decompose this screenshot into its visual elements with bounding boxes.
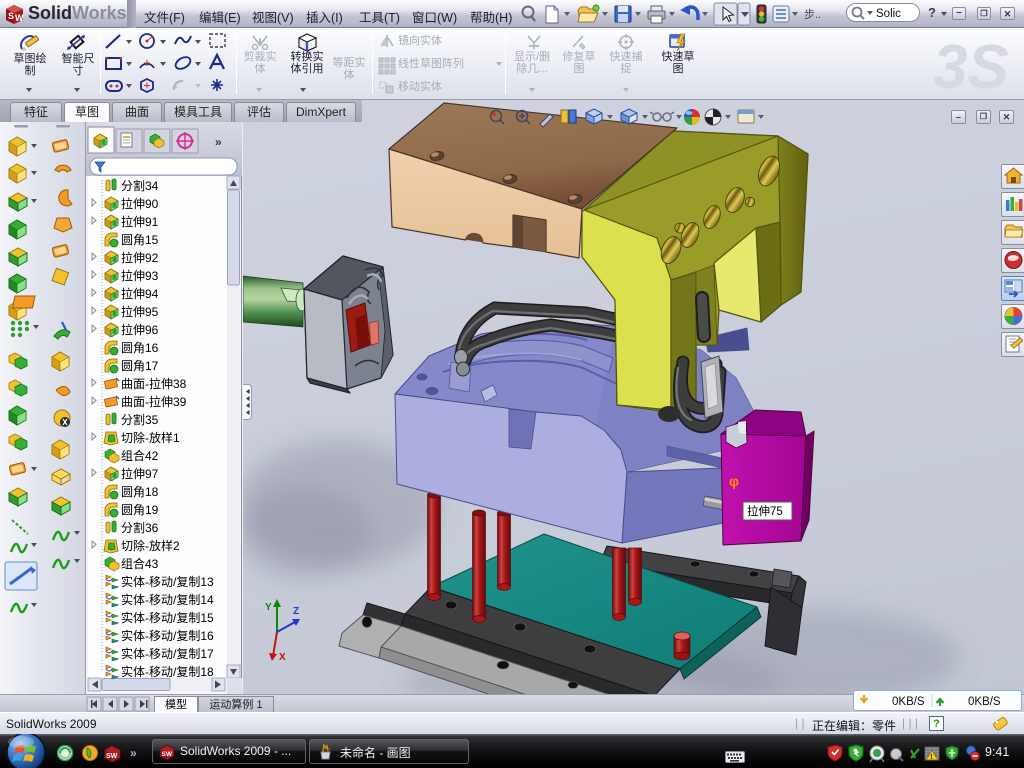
svg-text:实体-移动/复制15: 实体-移动/复制15 xyxy=(121,610,214,625)
svg-text:圆角19: 圆角19 xyxy=(121,503,159,517)
svg-text:切除-放样2: 切除-放样2 xyxy=(121,538,180,553)
svg-text:拉伸90: 拉伸90 xyxy=(121,196,159,211)
svg-text:3S: 3S xyxy=(933,33,1009,100)
svg-text:实体-移动/复制14: 实体-移动/复制14 xyxy=(121,592,214,607)
svg-text:分割34: 分割34 xyxy=(121,178,159,193)
svg-text:Z: Z xyxy=(293,606,299,617)
svg-text:实体-移动/复制17: 实体-移动/复制17 xyxy=(121,646,214,661)
svg-text:Solic: Solic xyxy=(876,8,901,20)
svg-text:圆角17: 圆角17 xyxy=(121,359,159,373)
svg-text:圆角18: 圆角18 xyxy=(121,485,159,499)
svg-text:拉伸97: 拉伸97 xyxy=(121,466,159,481)
svg-text:拉伸95: 拉伸95 xyxy=(121,304,159,319)
svg-text:曲面-拉伸39: 曲面-拉伸39 xyxy=(121,394,187,409)
svg-text:拉伸91: 拉伸91 xyxy=(121,214,159,229)
svg-text:X: X xyxy=(279,652,286,663)
svg-text:0KB/S: 0KB/S xyxy=(892,696,925,708)
svg-text:SW: SW xyxy=(106,753,118,760)
svg-text:!: ! xyxy=(930,754,932,761)
svg-text:实体-移动/复制16: 实体-移动/复制16 xyxy=(121,628,214,643)
svg-text:0KB/S: 0KB/S xyxy=(968,696,1001,708)
svg-text:步..: 步.. xyxy=(804,8,821,21)
svg-text:切除-放样1: 切除-放样1 xyxy=(121,430,180,445)
svg-text:S: S xyxy=(8,11,14,21)
svg-text:组合43: 组合43 xyxy=(121,556,159,571)
svg-text:»: » xyxy=(215,135,222,149)
svg-text:拉伸94: 拉伸94 xyxy=(121,286,159,301)
svg-text:实体-移动/复制18: 实体-移动/复制18 xyxy=(121,664,214,679)
svg-text:圆角16: 圆角16 xyxy=(121,341,159,355)
svg-text:φ: φ xyxy=(729,473,739,489)
svg-text:分割35: 分割35 xyxy=(121,412,159,427)
svg-text:实体-移动/复制13: 实体-移动/复制13 xyxy=(121,574,214,589)
svg-text:Y: Y xyxy=(265,602,272,613)
svg-text:拉伸96: 拉伸96 xyxy=(121,322,159,337)
svg-text:SW: SW xyxy=(162,751,173,758)
svg-text:拉伸75: 拉伸75 xyxy=(747,504,783,518)
svg-text:曲面-拉伸38: 曲面-拉伸38 xyxy=(121,376,187,391)
svg-text:组合42: 组合42 xyxy=(121,448,159,463)
svg-text:圆角15: 圆角15 xyxy=(121,233,159,247)
svg-text:拉伸92: 拉伸92 xyxy=(121,250,159,265)
svg-text:»: » xyxy=(130,746,137,760)
svg-text:W: W xyxy=(15,13,24,23)
svg-text:拉伸93: 拉伸93 xyxy=(121,268,159,283)
svg-text:分割36: 分割36 xyxy=(121,520,159,535)
